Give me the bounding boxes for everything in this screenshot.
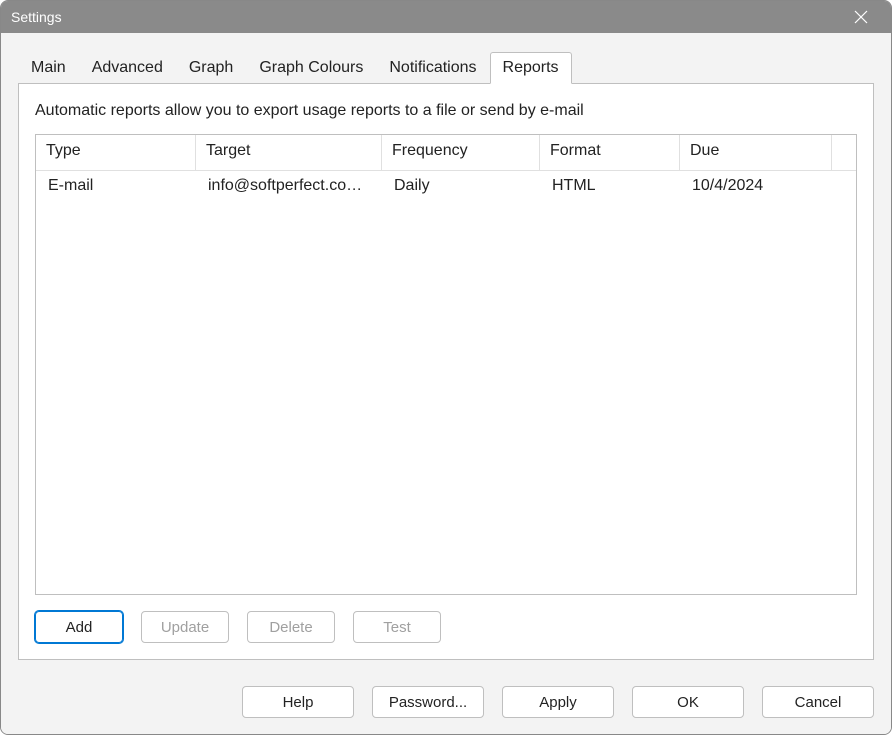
footer-bar: Help Password... Apply OK Cancel: [1, 672, 891, 734]
tab-bar: Main Advanced Graph Graph Colours Notifi…: [18, 51, 874, 83]
cell-type: E-mail: [36, 173, 196, 199]
ok-button[interactable]: OK: [632, 686, 744, 718]
tab-advanced[interactable]: Advanced: [79, 52, 176, 84]
content-area: Main Advanced Graph Graph Colours Notifi…: [1, 33, 891, 672]
tab-graph[interactable]: Graph: [176, 52, 246, 84]
close-icon: [854, 10, 868, 24]
apply-button[interactable]: Apply: [502, 686, 614, 718]
column-header-format[interactable]: Format: [540, 135, 680, 171]
column-header-frequency[interactable]: Frequency: [382, 135, 540, 171]
reports-table: Type Target Frequency Format Due E-mail …: [35, 134, 857, 595]
close-button[interactable]: [841, 1, 881, 33]
password-button[interactable]: Password...: [372, 686, 484, 718]
table-body: E-mail info@softperfect.co… Daily HTML 1…: [36, 171, 856, 201]
panel-description: Automatic reports allow you to export us…: [35, 102, 857, 120]
column-header-due[interactable]: Due: [680, 135, 832, 171]
tab-reports[interactable]: Reports: [490, 52, 572, 84]
test-button[interactable]: Test: [353, 611, 441, 643]
table-header: Type Target Frequency Format Due: [36, 135, 856, 171]
titlebar: Settings: [1, 1, 891, 33]
settings-window: Settings Main Advanced Graph Graph Colou…: [0, 0, 892, 735]
add-button[interactable]: Add: [35, 611, 123, 643]
update-button[interactable]: Update: [141, 611, 229, 643]
tab-notifications[interactable]: Notifications: [376, 52, 489, 84]
tab-graph-colours[interactable]: Graph Colours: [246, 52, 376, 84]
help-button[interactable]: Help: [242, 686, 354, 718]
reports-panel: Automatic reports allow you to export us…: [18, 83, 874, 660]
cell-target: info@softperfect.co…: [196, 173, 382, 199]
cell-due: 10/4/2024: [680, 173, 832, 199]
column-header-rest: [832, 135, 856, 171]
window-title: Settings: [11, 9, 62, 25]
cell-format: HTML: [540, 173, 680, 199]
delete-button[interactable]: Delete: [247, 611, 335, 643]
tab-main[interactable]: Main: [18, 52, 79, 84]
cancel-button[interactable]: Cancel: [762, 686, 874, 718]
table-row[interactable]: E-mail info@softperfect.co… Daily HTML 1…: [36, 171, 856, 201]
column-header-type[interactable]: Type: [36, 135, 196, 171]
action-buttons: Add Update Delete Test: [35, 611, 857, 643]
cell-frequency: Daily: [382, 173, 540, 199]
column-header-target[interactable]: Target: [196, 135, 382, 171]
